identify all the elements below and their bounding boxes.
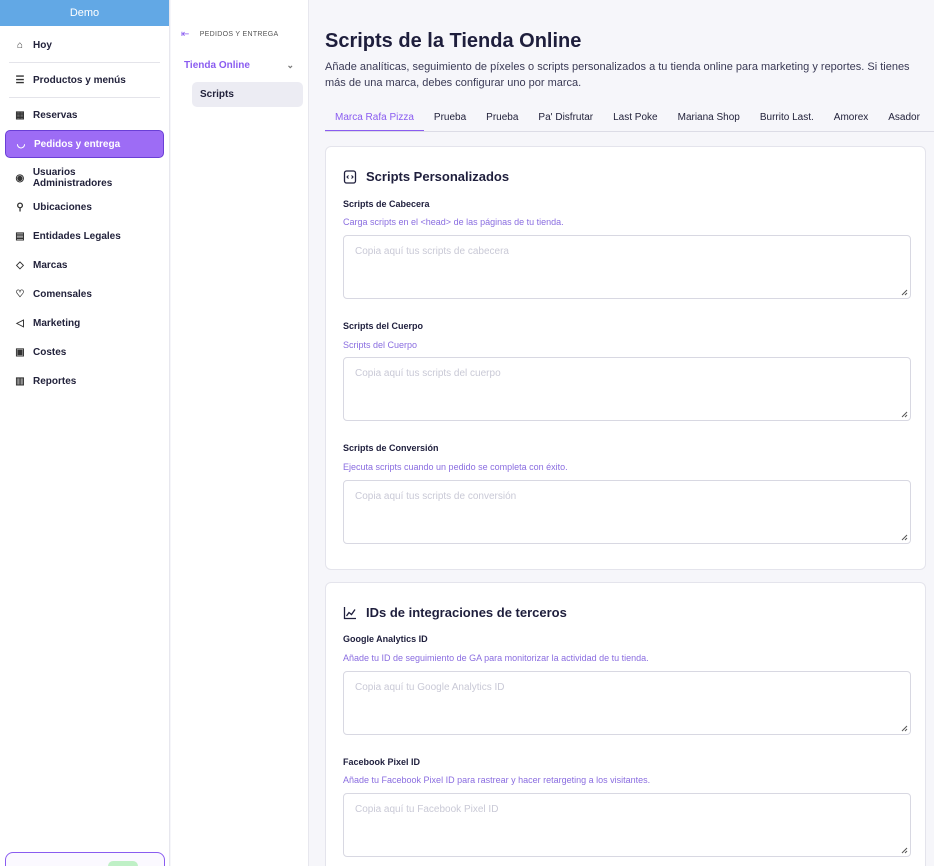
list-icon: ☰	[15, 74, 25, 86]
card-title: IDs de integraciones de terceros	[343, 605, 567, 620]
nav-label: Reportes	[33, 375, 77, 387]
heart-icon: ♡	[15, 288, 25, 300]
nav-item-entidades[interactable]: ▤ Entidades Legales	[5, 222, 164, 250]
status-badge	[108, 861, 138, 866]
tab-pa-disfrutar[interactable]: Pa' Disfrutar	[528, 106, 603, 131]
nav-label: Usuarios Administradores	[32, 167, 113, 189]
placeholder-text: Copia aquí tu Google Analytics ID	[355, 682, 505, 693]
calendar-icon: ▦	[15, 109, 25, 121]
nav-item-usuarios[interactable]: ◉ Usuarios Administradores	[5, 164, 164, 192]
nav-label: Comensales	[33, 288, 92, 300]
field-label-google-analytics: Google Analytics ID	[343, 634, 428, 644]
main-sidebar: Demo ⌂ Hoy ☰ Productos y menús ▦ Reservas ◡…	[0, 0, 170, 866]
wallet-icon: ▣	[15, 346, 25, 358]
building-icon: ▤	[15, 230, 25, 242]
tab-mariana-shop[interactable]: Mariana Shop	[668, 106, 750, 131]
nav-item-ubicaciones[interactable]: ⚲ Ubicaciones	[5, 193, 164, 221]
nav-label: Reservas	[33, 109, 78, 121]
placeholder-text: Copia aquí tus scripts de cabecera	[355, 246, 509, 257]
resize-handle-icon[interactable]	[901, 411, 908, 418]
google-analytics-id-input[interactable]: Copia aquí tu Google Analytics ID	[343, 671, 911, 735]
third-party-ids-card: IDs de integraciones de terceros Google …	[325, 582, 926, 866]
body-scripts-textarea[interactable]: Copia aquí tus scripts del cuerpo	[343, 357, 911, 421]
card-title: Scripts Personalizados	[343, 169, 509, 184]
account-switcher[interactable]	[5, 852, 165, 866]
page-title: Scripts de la Tienda Online	[325, 30, 582, 52]
nav-item-pedidos[interactable]: ◡ Pedidos y entrega	[5, 130, 164, 158]
custom-scripts-card: Scripts Personalizados Scripts de Cabece…	[325, 146, 926, 570]
resize-handle-icon[interactable]	[901, 534, 908, 541]
nav-label: Costes	[33, 346, 67, 358]
nav-item-hoy[interactable]: ⌂ Hoy	[5, 31, 164, 59]
tab-burrito-last[interactable]: Burrito Last.	[750, 106, 824, 131]
nav-label: Entidades Legales	[33, 230, 121, 242]
nav-item-comensales[interactable]: ♡ Comensales	[5, 280, 164, 308]
facebook-pixel-id-input[interactable]: Copia aquí tu Facebook Pixel ID	[343, 793, 911, 857]
brand-bar[interactable]: Demo	[0, 0, 169, 26]
placeholder-text: Copia aquí tus scripts del cuerpo	[355, 368, 501, 379]
chevron-down-icon: ⌄	[286, 59, 294, 70]
sub-sidebar: ⇤ PEDIDOS Y ENTREGA Tienda Online ⌄ Scri…	[171, 0, 309, 866]
nav-item-marcas[interactable]: ◇ Marcas	[5, 251, 164, 279]
nav-label: Pedidos y entrega	[34, 138, 121, 150]
chart-icon: ▥	[15, 375, 25, 387]
card-title-text: Scripts Personalizados	[366, 169, 510, 184]
head-scripts-textarea[interactable]: Copia aquí tus scripts de cabecera	[343, 235, 911, 299]
nav-label: Hoy	[33, 39, 52, 51]
basket-icon: ◡	[16, 138, 26, 150]
resize-handle-icon[interactable]	[901, 847, 908, 854]
nav-divider	[9, 97, 160, 98]
subnav-item-scripts[interactable]: Scripts	[192, 82, 303, 107]
nav-item-reservas[interactable]: ▦ Reservas	[5, 101, 164, 129]
tab-marca-rafa-pizza[interactable]: Marca Rafa Pizza	[325, 106, 424, 131]
location-icon: ⚲	[16, 201, 24, 213]
subnav-group-tienda-online[interactable]: Tienda Online ⌄	[171, 56, 308, 74]
field-help-body-scripts: Scripts del Cuerpo	[343, 340, 418, 350]
placeholder-text: Copia aquí tus scripts de conversión	[355, 491, 517, 502]
tab-asador[interactable]: Asador	[878, 106, 930, 131]
nav-item-reportes[interactable]: ▥ Reportes	[5, 367, 164, 395]
group-label: Tienda Online	[184, 59, 250, 71]
page-description: Añade analíticas, seguimiento de píxeles…	[325, 61, 910, 89]
nav-label: Marketing	[33, 317, 81, 329]
field-label-body-scripts: Scripts del Cuerpo	[343, 321, 424, 331]
megaphone-icon: ◁	[16, 317, 24, 329]
main-nav: ⌂ Hoy ☰ Productos y menús ▦ Reservas ◡ Pedid…	[0, 26, 169, 395]
collapse-left-icon[interactable]: ⇤	[181, 29, 190, 40]
field-help-head-scripts: Carga scripts en el <head> de las página…	[343, 217, 564, 227]
user-circle-icon: ◉	[15, 172, 25, 184]
field-help-facebook-pixel: Añade tu Facebook Pixel ID para rastrear…	[343, 775, 651, 785]
nav-item-productos[interactable]: ☰ Productos y menús	[5, 66, 164, 94]
brand-tabs: Marca Rafa Pizza Prueba Prueba Pa' Disfr…	[325, 106, 934, 132]
tab-last-poke[interactable]: Last Poke	[603, 106, 667, 131]
code-file-icon	[343, 169, 357, 184]
line-chart-icon	[343, 606, 356, 619]
tab-prueba[interactable]: Prueba	[424, 106, 476, 131]
field-label-conversion-scripts: Scripts de Conversión	[343, 443, 439, 453]
tag-icon: ◇	[16, 259, 24, 271]
nav-divider	[9, 62, 160, 63]
nav-label: Productos y menús	[33, 74, 126, 86]
tab-prueba-2[interactable]: Prueba	[476, 106, 528, 131]
home-icon: ⌂	[16, 39, 24, 51]
back-link[interactable]: ⇤ PEDIDOS Y ENTREGA	[171, 24, 308, 44]
section-label: PEDIDOS Y ENTREGA	[199, 30, 279, 38]
nav-label: Marcas	[33, 259, 68, 271]
nav-label: Ubicaciones	[33, 201, 92, 213]
field-help-google-analytics: Añade tu ID de seguimiento de GA para mo…	[343, 653, 649, 663]
resize-handle-icon[interactable]	[901, 725, 908, 732]
nav-item-costes[interactable]: ▣ Costes	[5, 338, 164, 366]
conversion-scripts-textarea[interactable]: Copia aquí tus scripts de conversión	[343, 480, 911, 544]
field-help-conversion-scripts: Ejecuta scripts cuando un pedido se comp…	[343, 462, 568, 472]
field-label-facebook-pixel: Facebook Pixel ID	[343, 757, 421, 767]
tab-amorex[interactable]: Amorex	[824, 106, 878, 131]
main-content: Scripts de la Tienda Online Añade analít…	[309, 0, 934, 866]
brand-name: Demo	[69, 7, 100, 19]
card-title-text: IDs de integraciones de terceros	[366, 605, 567, 620]
placeholder-text: Copia aquí tu Facebook Pixel ID	[355, 804, 499, 815]
subnav-item-label: Scripts	[200, 89, 234, 100]
nav-item-marketing[interactable]: ◁ Marketing	[5, 309, 164, 337]
resize-handle-icon[interactable]	[901, 289, 908, 296]
field-label-head-scripts: Scripts de Cabecera	[343, 199, 430, 209]
